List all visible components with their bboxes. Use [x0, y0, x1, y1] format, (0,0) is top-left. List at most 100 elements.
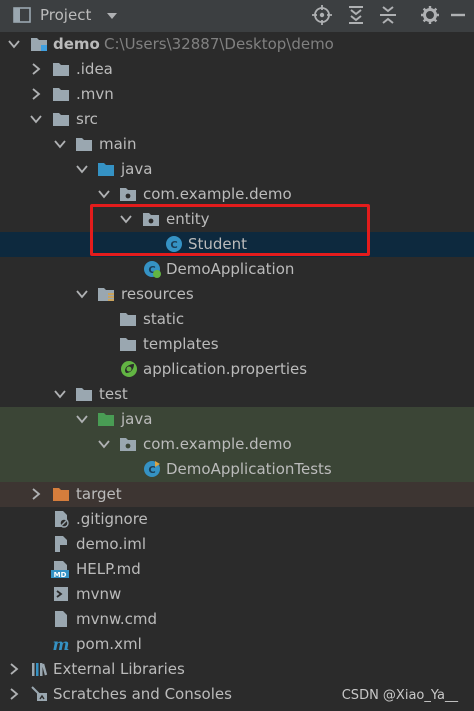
folder-icon	[76, 388, 92, 401]
chevron-down-icon[interactable]	[30, 113, 42, 125]
tree-item-mvnw-cmd[interactable]: mvnw.cmd	[0, 607, 474, 632]
tree-label-test-java: java	[121, 410, 153, 428]
tree-item-demo-application[interactable]: C DemoApplication	[0, 257, 474, 282]
tree-label-gitignore: .gitignore	[76, 510, 148, 528]
tree-item-target[interactable]: target	[0, 482, 474, 507]
spring-properties-icon	[121, 361, 137, 377]
expand-all-icon[interactable]	[345, 4, 367, 26]
tree-label-test: test	[99, 385, 128, 403]
project-view-icon[interactable]	[12, 5, 32, 25]
tree-path-demo: C:\Users\32887\Desktop\demo	[104, 35, 334, 53]
locate-icon[interactable]	[311, 4, 333, 26]
tree-item-test-java[interactable]: java	[0, 407, 474, 432]
svg-text:C: C	[148, 465, 155, 476]
tree-label-scratches: Scratches and Consoles	[53, 685, 232, 703]
chevron-right-icon[interactable]	[8, 663, 20, 675]
chevron-down-icon[interactable]	[76, 163, 88, 175]
tree-item-gitignore[interactable]: .gitignore	[0, 507, 474, 532]
spring-boot-class-icon: C	[144, 261, 161, 278]
project-tree: demo C:\Users\32887\Desktop\demo .idea .…	[0, 32, 474, 711]
tree-item-main[interactable]: main	[0, 132, 474, 157]
resources-folder-icon	[98, 288, 114, 301]
tree-label-resources: resources	[121, 285, 194, 303]
folder-icon	[53, 88, 69, 101]
chevron-down-icon[interactable]	[8, 38, 20, 50]
scratches-icon	[31, 686, 47, 701]
gear-icon[interactable]	[419, 4, 441, 26]
tree-item-mvn[interactable]: .mvn	[0, 82, 474, 107]
chevron-down-icon[interactable]	[76, 413, 88, 425]
collapse-all-icon[interactable]	[377, 4, 399, 26]
module-file-icon	[55, 536, 67, 552]
project-view-title[interactable]: Project	[40, 6, 91, 24]
tree-item-src[interactable]: src	[0, 107, 474, 132]
shell-script-icon	[54, 587, 68, 601]
tree-label-idea: .idea	[76, 60, 113, 78]
folder-icon	[53, 113, 69, 126]
tree-item-resources[interactable]: resources	[0, 282, 474, 307]
tree-label-application-properties: application.properties	[143, 360, 308, 378]
tree-label-mvnw: mvnw	[76, 585, 122, 603]
tree-item-test-package[interactable]: com.example.demo	[0, 432, 474, 457]
tree-item-templates[interactable]: templates	[0, 332, 474, 357]
tree-label-demo-application: DemoApplication	[166, 260, 295, 278]
maven-icon: m	[53, 635, 70, 653]
tree-label-mvnw-cmd: mvnw.cmd	[76, 610, 158, 628]
tree-label-mvn: .mvn	[76, 85, 114, 103]
svg-text:m: m	[53, 635, 70, 653]
hide-icon[interactable]	[450, 9, 466, 21]
watermark: CSDN @Xiao_Ya__	[341, 688, 458, 703]
markdown-file-icon: MD	[51, 561, 69, 578]
chevron-down-icon[interactable]	[76, 288, 88, 300]
tree-label-demo-application-tests: DemoApplicationTests	[166, 460, 332, 478]
tree-label-src: src	[76, 110, 98, 128]
chevron-down-icon[interactable]	[54, 388, 66, 400]
tree-item-test[interactable]: test	[0, 382, 474, 407]
tree-label-pom-xml: pom.xml	[76, 635, 142, 653]
package-icon	[120, 188, 136, 201]
tree-label-static: static	[143, 310, 185, 328]
chevron-right-icon[interactable]	[30, 488, 42, 500]
project-toolbar: Project	[0, 0, 474, 33]
source-folder-icon	[98, 163, 114, 176]
module-folder-icon	[31, 38, 47, 51]
tree-label-main: main	[99, 135, 137, 153]
text-file-icon	[55, 611, 67, 627]
tree-label-external-libraries: External Libraries	[53, 660, 185, 678]
tree-item-demo-application-tests[interactable]: C DemoApplicationTests	[0, 457, 474, 482]
tree-item-mvnw[interactable]: mvnw	[0, 582, 474, 607]
tree-label-java: java	[121, 160, 153, 178]
chevron-down-icon[interactable]	[104, 8, 120, 24]
folder-icon	[76, 138, 92, 151]
tree-item-external-libraries[interactable]: External Libraries	[0, 657, 474, 682]
chevron-right-icon[interactable]	[8, 688, 20, 700]
chevron-right-icon[interactable]	[30, 63, 42, 75]
tree-item-demo-iml[interactable]: demo.iml	[0, 532, 474, 557]
package-icon	[120, 438, 136, 451]
chevron-down-icon[interactable]	[98, 188, 110, 200]
tree-item-static[interactable]: static	[0, 307, 474, 332]
tree-item-pom-xml[interactable]: m pom.xml	[0, 632, 474, 657]
tree-item-demo[interactable]: demo C:\Users\32887\Desktop\demo	[0, 32, 474, 57]
tree-label-help-md: HELP.md	[76, 560, 141, 578]
excluded-folder-icon	[53, 488, 69, 501]
folder-icon	[120, 338, 136, 351]
tree-label-demo-iml: demo.iml	[76, 535, 146, 553]
chevron-down-icon[interactable]	[98, 438, 110, 450]
ignore-file-icon	[55, 511, 69, 528]
tree-label-package: com.example.demo	[143, 185, 292, 203]
tree-label-demo: demo	[53, 35, 100, 53]
svg-text:MD: MD	[54, 571, 67, 578]
chevron-down-icon[interactable]	[54, 138, 66, 150]
chevron-right-icon[interactable]	[30, 88, 42, 100]
test-source-folder-icon	[98, 413, 114, 426]
tree-item-idea[interactable]: .idea	[0, 57, 474, 82]
test-class-icon: C	[144, 461, 160, 477]
folder-icon	[120, 313, 136, 326]
tree-item-application-properties[interactable]: application.properties	[0, 357, 474, 382]
tree-label-test-package: com.example.demo	[143, 435, 292, 453]
tree-item-java[interactable]: java	[0, 157, 474, 182]
tree-label-templates: templates	[143, 335, 219, 353]
tree-item-help-md[interactable]: MD HELP.md	[0, 557, 474, 582]
highlight-box	[90, 204, 370, 256]
